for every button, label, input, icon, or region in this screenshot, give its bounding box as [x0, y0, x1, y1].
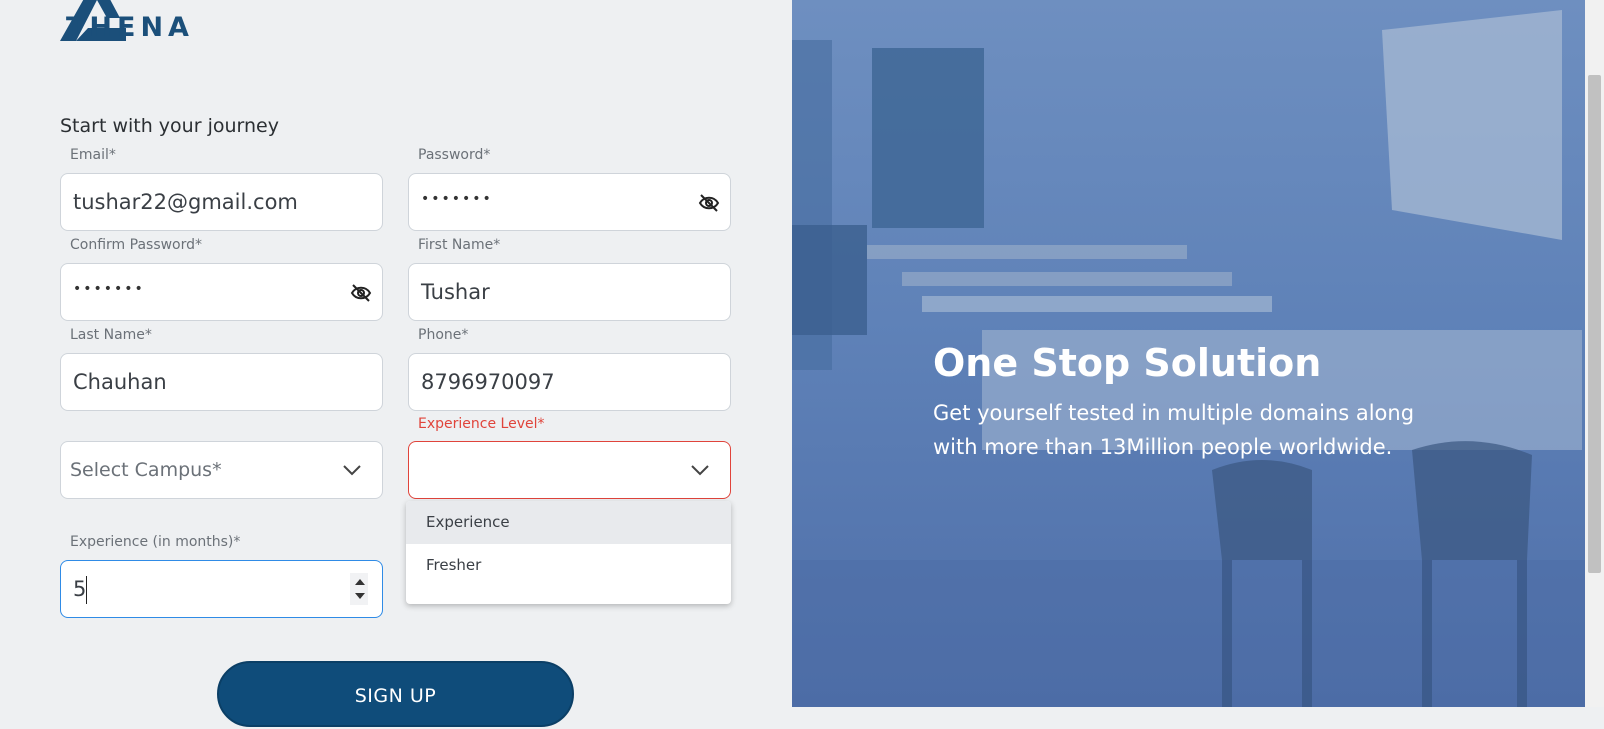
last-name-input[interactable]: Chauhan — [60, 353, 383, 411]
password-value: ••••••• — [421, 191, 493, 207]
campus-select[interactable]: Select Campus* — [60, 441, 383, 499]
experience-months-label: Experience (in months)* — [70, 534, 241, 550]
last-name-value: Chauhan — [73, 370, 167, 394]
spinner-arrows-icon[interactable] — [350, 573, 368, 605]
email-input[interactable]: tushar22@gmail.com — [60, 173, 383, 231]
password-input[interactable]: ••••••• — [408, 173, 731, 231]
first-name-label: First Name* — [418, 237, 501, 253]
hero-title: One Stop Solution — [933, 341, 1322, 385]
hero-subtitle: Get yourself tested in multiple domains … — [933, 401, 1415, 459]
last-name-label: Last Name* — [70, 327, 152, 343]
experience-level-select[interactable] — [408, 441, 731, 499]
experience-level-label: Experience Level* — [418, 416, 545, 432]
experience-months-input[interactable]: 5 — [60, 560, 383, 618]
email-value: tushar22@gmail.com — [73, 190, 298, 214]
phone-value: 8796970097 — [421, 370, 555, 394]
logo-text: THENA — [66, 12, 194, 43]
spin-up-arrow[interactable] — [355, 579, 365, 585]
campus-placeholder: Select Campus* — [70, 459, 222, 481]
text-caret — [86, 576, 87, 604]
hero-panel: One Stop Solution Get yourself tested in… — [792, 0, 1585, 707]
confirm-password-input[interactable]: ••••••• — [60, 263, 383, 321]
first-name-value: Tushar — [421, 280, 490, 304]
email-label: Email* — [70, 147, 116, 163]
form-heading: Start with your journey — [60, 115, 279, 137]
chevron-down-icon — [691, 465, 709, 476]
experience-level-dropdown: Experience Fresher — [406, 501, 731, 604]
first-name-input[interactable]: Tushar — [408, 263, 731, 321]
dropdown-option-experience[interactable]: Experience — [406, 501, 731, 544]
eye-slash-icon[interactable] — [698, 193, 720, 213]
experience-months-value: 5 — [73, 577, 87, 601]
dropdown-option-fresher[interactable]: Fresher — [406, 544, 731, 587]
signup-panel: THENA Start with your journey Email* tus… — [0, 0, 792, 727]
spin-down-arrow[interactable] — [355, 593, 365, 599]
page-scrollbar[interactable] — [1585, 0, 1604, 707]
phone-input[interactable]: 8796970097 — [408, 353, 731, 411]
chevron-down-icon — [343, 465, 361, 476]
phone-label: Phone* — [418, 327, 469, 343]
confirm-password-label: Confirm Password* — [70, 237, 203, 253]
eye-slash-icon[interactable] — [350, 283, 372, 303]
scrollbar-thumb[interactable] — [1588, 75, 1601, 573]
password-label: Password* — [418, 147, 491, 163]
sign-up-button[interactable]: SIGN UP — [217, 661, 574, 727]
confirm-password-value: ••••••• — [73, 281, 145, 297]
